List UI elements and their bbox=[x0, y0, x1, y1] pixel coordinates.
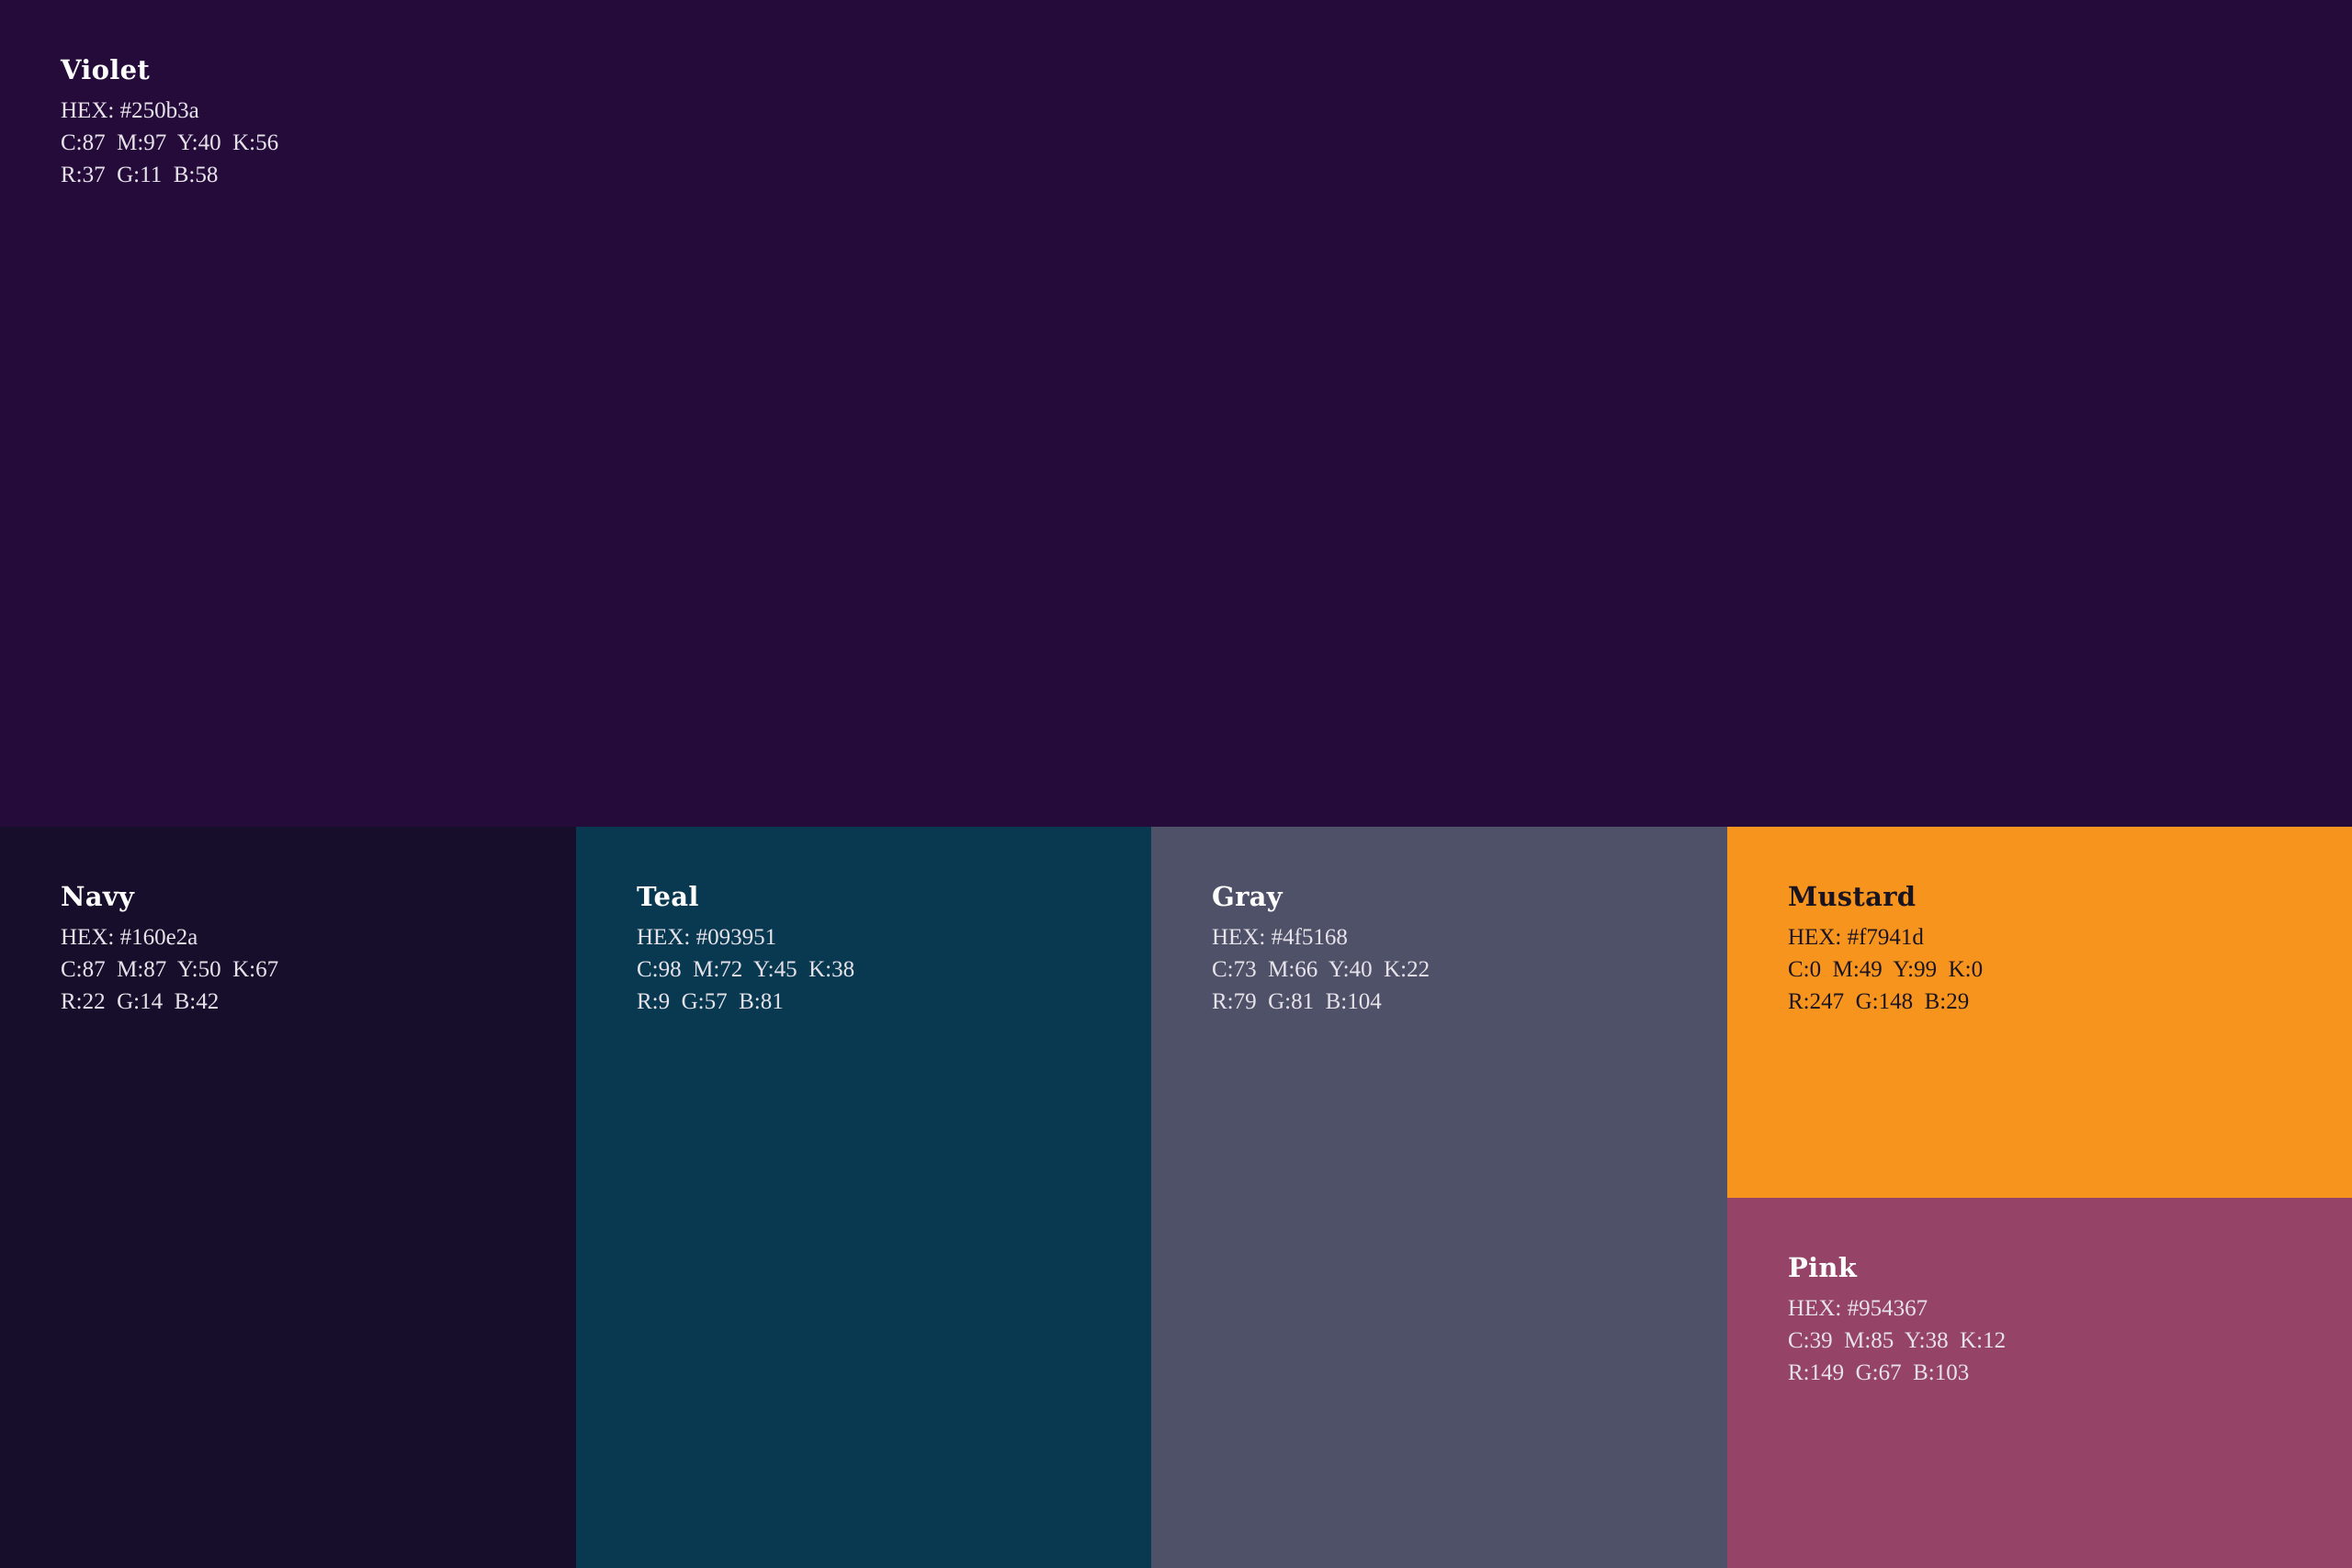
swatch-pink: Pink HEX: #954367 C:39 M:85 Y:38 K:12 R:… bbox=[1727, 1198, 2352, 1568]
swatch-cmyk: C:0 M:49 Y:99 K:0 bbox=[1788, 957, 1984, 982]
swatch-name: Gray bbox=[1212, 881, 1283, 912]
swatch-rgb: R:22 G:14 B:42 bbox=[61, 989, 220, 1014]
swatch-cmyk: C:73 M:66 Y:40 K:22 bbox=[1212, 957, 1430, 982]
swatch-rgb: R:9 G:57 B:81 bbox=[637, 989, 784, 1014]
swatch-gray: Gray HEX: #4f5168 C:73 M:66 Y:40 K:22 R:… bbox=[1151, 827, 1727, 1568]
swatch-label: Pink HEX: #954367 C:39 M:85 Y:38 K:12 R:… bbox=[1788, 1255, 2006, 1389]
swatch-cmyk: C:87 M:97 Y:40 K:56 bbox=[61, 130, 279, 155]
swatch-label: Mustard HEX: #f7941d C:0 M:49 Y:99 K:0 R… bbox=[1788, 884, 1983, 1018]
color-palette: Violet HEX: #250b3a C:87 M:97 Y:40 K:56 … bbox=[0, 0, 2352, 1568]
swatch-teal: Teal HEX: #093951 C:98 M:72 Y:45 K:38 R:… bbox=[576, 827, 1151, 1568]
swatch-hex: HEX: #4f5168 bbox=[1212, 925, 1348, 950]
swatch-label: Violet HEX: #250b3a C:87 M:97 Y:40 K:56 … bbox=[61, 57, 278, 191]
swatch-cmyk: C:39 M:85 Y:38 K:12 bbox=[1788, 1328, 2007, 1353]
swatch-hex: HEX: #160e2a bbox=[61, 925, 198, 950]
swatch-hex: HEX: #954367 bbox=[1788, 1296, 1928, 1321]
swatch-label: Teal HEX: #093951 C:98 M:72 Y:45 K:38 R:… bbox=[637, 884, 854, 1018]
swatch-navy: Navy HEX: #160e2a C:87 M:87 Y:50 K:67 R:… bbox=[0, 827, 576, 1568]
swatch-name: Teal bbox=[637, 881, 699, 912]
swatch-rgb: R:37 G:11 B:58 bbox=[61, 163, 219, 187]
swatch-mustard: Mustard HEX: #f7941d C:0 M:49 Y:99 K:0 R… bbox=[1727, 827, 2352, 1198]
swatch-hex: HEX: #093951 bbox=[637, 925, 777, 950]
swatch-name: Mustard bbox=[1788, 881, 1917, 912]
swatch-hex: HEX: #250b3a bbox=[61, 98, 199, 123]
swatch-violet: Violet HEX: #250b3a C:87 M:97 Y:40 K:56 … bbox=[0, 0, 2352, 827]
swatch-hex: HEX: #f7941d bbox=[1788, 925, 1924, 950]
swatch-label: Gray HEX: #4f5168 C:73 M:66 Y:40 K:22 R:… bbox=[1212, 884, 1430, 1018]
swatch-rgb: R:247 G:148 B:29 bbox=[1788, 989, 1970, 1014]
swatch-rgb: R:79 G:81 B:104 bbox=[1212, 989, 1382, 1014]
swatch-name: Navy bbox=[61, 881, 135, 912]
swatch-name: Pink bbox=[1788, 1252, 1858, 1283]
swatch-rgb: R:149 G:67 B:103 bbox=[1788, 1360, 1970, 1385]
swatch-cmyk: C:87 M:87 Y:50 K:67 bbox=[61, 957, 279, 982]
swatch-cmyk: C:98 M:72 Y:45 K:38 bbox=[637, 957, 855, 982]
swatch-name: Violet bbox=[61, 54, 151, 85]
swatch-label: Navy HEX: #160e2a C:87 M:87 Y:50 K:67 R:… bbox=[61, 884, 278, 1018]
